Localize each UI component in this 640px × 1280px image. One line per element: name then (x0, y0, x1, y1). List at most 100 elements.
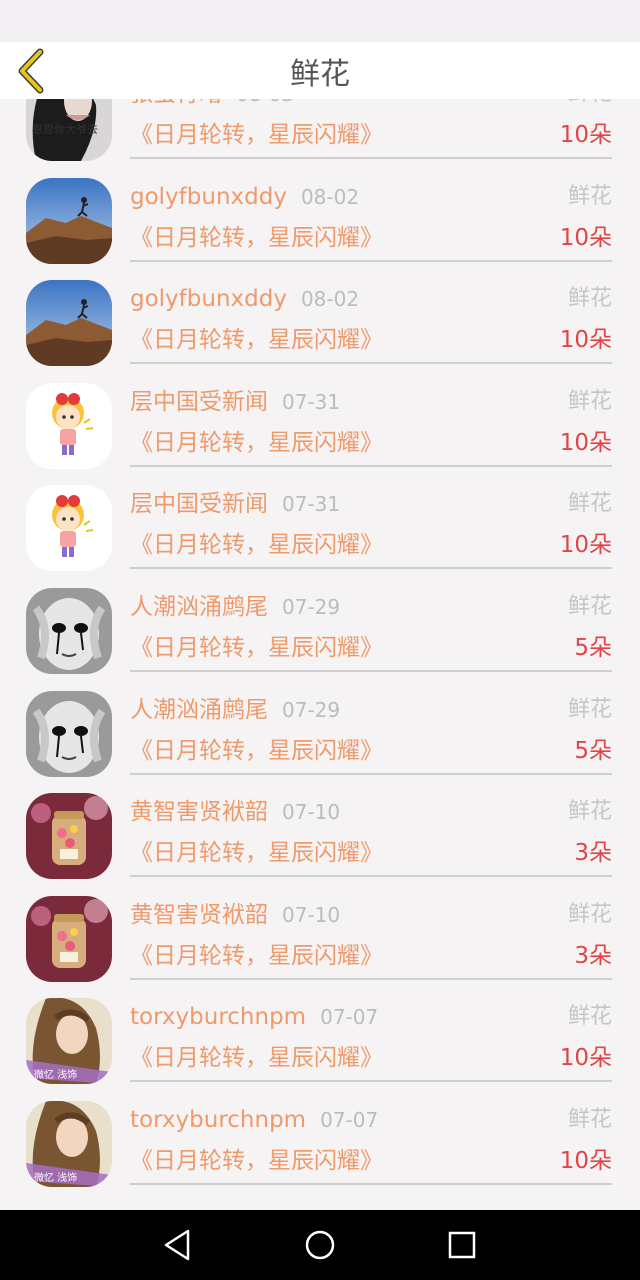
gift-date: 07-29 (282, 697, 341, 722)
square-recent-icon (448, 1231, 476, 1259)
avatar[interactable] (26, 690, 112, 777)
sender-name-text: 人潮汹涌鹧尾 (130, 593, 268, 620)
avatar[interactable] (26, 895, 112, 982)
list-item[interactable]: 层中国受新闻 07-31 鲜花《日月轮转，星辰闪耀》 10朵 (0, 371, 640, 474)
gift-type: 鲜花 (567, 388, 612, 414)
svg-text:恩恩你大爷去: 恩恩你大爷去 (32, 122, 98, 136)
avatar[interactable] (26, 793, 112, 880)
page-title: 鲜花 (290, 57, 350, 92)
avatar[interactable] (26, 280, 112, 367)
divider (130, 875, 612, 878)
sender-name-text: 层中国受新闻 (130, 388, 268, 415)
sender-name-text: 张蚕行曙 (130, 99, 222, 107)
sender-name-text: golyfbunxddy (130, 286, 287, 313)
divider (130, 1182, 612, 1185)
work-title: 《日月轮转，星辰闪耀》 (130, 532, 383, 559)
sender-name: 层中国受新闻 07-31 (130, 488, 340, 520)
list-item[interactable]: 人潮汹涌鹧尾 07-29 鲜花《日月轮转，星辰闪耀》 5朵 (0, 679, 640, 782)
nav-recent-button[interactable] (442, 1225, 482, 1265)
flower-record-list[interactable]: 恩恩你大爷去张蚕行曙08-03鲜花《日月轮转，星辰闪耀》10朵golyfbunx… (0, 99, 640, 1210)
divider (130, 977, 612, 980)
gift-type: 鲜花 (567, 183, 612, 209)
gift-date: 07-10 (282, 800, 341, 825)
avatar[interactable]: 微忆 浅饰 (26, 998, 112, 1085)
gift-date: 07-07 (320, 1005, 379, 1030)
divider (130, 464, 612, 467)
gift-date: 07-10 (282, 902, 341, 927)
system-nav-bar (0, 1210, 640, 1280)
flower-count: 5朵 (574, 737, 612, 764)
sender-name-text: 黄智害贤袱韶 (130, 901, 268, 928)
avatar[interactable]: 微忆 浅饰 (26, 1100, 112, 1187)
gift-type: 鲜花 (567, 286, 612, 312)
gift-type: 鲜花 (568, 99, 612, 110)
sender-name-text: torxyburchnpm (130, 1004, 307, 1031)
list-item[interactable]: 微忆 浅饰 torxyburchnpm 07-07 鲜花《日月轮转，星辰闪耀》 10朵 (0, 1089, 640, 1192)
gift-date: 07-31 (282, 492, 341, 517)
gift-date: 07-07 (320, 1107, 379, 1132)
work-title: 《日月轮转，星辰闪耀》 (130, 634, 383, 661)
sender-name: 黄智害贤袱韶 07-10 (130, 796, 340, 828)
gift-date: 07-31 (282, 389, 341, 414)
flower-count: 3朵 (574, 840, 612, 867)
sender-name-text: golyfbunxddy (130, 183, 287, 210)
flower-count: 10朵 (559, 1045, 612, 1072)
list-item[interactable]: 微忆 浅饰 torxyburchnpm 07-07 鲜花《日月轮转，星辰闪耀》 10朵 (0, 986, 640, 1089)
flower-count: 10朵 (559, 327, 612, 354)
list-item[interactable]: 人潮汹涌鹧尾 07-29 鲜花 《日月轮转，星辰闪耀》 5朵 (0, 576, 640, 679)
sender-name: 人潮汹涌鹧尾 07-29 (130, 694, 340, 726)
sender-name: 层中国受新闻 07-31 (130, 386, 340, 418)
avatar[interactable] (26, 587, 112, 674)
gift-type: 鲜花 (567, 696, 612, 722)
gift-type: 鲜花 (567, 1004, 612, 1030)
svg-text:微忆 浅饰: 微忆 浅饰 (34, 1068, 77, 1081)
work-title: 《日月轮转，星辰闪耀》 (130, 942, 383, 969)
sender-name: 人潮汹涌鹧尾 07-29 (130, 591, 340, 623)
nav-back-button[interactable] (158, 1225, 198, 1265)
divider (130, 567, 612, 570)
sender-name-text: 人潮汹涌鹧尾 (130, 696, 268, 723)
list-item[interactable]: 黄智害贤袱韶 07-10 鲜花《日月轮转，星辰闪耀》 3朵 (0, 884, 640, 987)
header: 鲜花 (0, 42, 640, 99)
flower-count: 5朵 (574, 634, 612, 661)
sender-name: 黄智害贤袱韶 07-10 (130, 899, 340, 931)
flower-count: 3朵 (574, 942, 612, 969)
work-title: 《日月轮转，星辰闪耀》 (130, 429, 383, 456)
work-title: 《日月轮转，星辰闪耀》 (130, 840, 383, 867)
list-item[interactable]: 层中国受新闻 07-31 鲜花《日月轮转，星辰闪耀》 10朵 (0, 473, 640, 576)
avatar[interactable] (26, 485, 112, 572)
gift-type: 鲜花 (567, 799, 612, 825)
work-title: 《日月轮转，星辰闪耀》 (130, 1045, 383, 1072)
gift-date: 08-03 (236, 99, 294, 106)
list-item[interactable]: 黄智害贤袱韶 07-10 鲜花《日月轮转，星辰闪耀》 3朵 (0, 781, 640, 884)
gift-date: 08-02 (300, 287, 360, 312)
sender-name: golyfbunxddy 08-02 (130, 181, 359, 213)
sender-name: 张蚕行曙 08-03 (130, 99, 294, 110)
gift-type: 鲜花 (567, 901, 612, 927)
list-item[interactable]: 恩恩你大爷去 张蚕行曙 08-03 鲜花《日月轮转，星辰闪耀》 10朵 (0, 99, 640, 166)
flower-count: 10朵 (559, 1147, 612, 1174)
nav-home-button[interactable] (300, 1225, 340, 1265)
work-title: 《日月轮转，星辰闪耀》 (130, 327, 383, 354)
divider (130, 259, 612, 262)
work-title: 《日月轮转，星辰闪耀》 (130, 122, 383, 148)
gift-type: 鲜花 (567, 491, 612, 517)
work-title: 《日月轮转，星辰闪耀》 (130, 737, 383, 764)
flower-count: 10朵 (559, 532, 612, 559)
avatar[interactable]: 恩恩你大爷去 (26, 99, 112, 161)
sender-name-text: torxyburchnpm (130, 1106, 307, 1133)
gift-date: 07-29 (282, 594, 341, 619)
status-bar (0, 0, 640, 42)
list-item[interactable]: golyfbunxddy 08-02 鲜花 《日月轮转，星辰闪耀》 10朵 (0, 166, 640, 269)
svg-text:微忆 浅饰: 微忆 浅饰 (34, 1171, 77, 1184)
sender-name-text: 黄智害贤袱韶 (130, 799, 268, 826)
avatar[interactable] (26, 177, 112, 264)
list-item[interactable]: golyfbunxddy 08-02 鲜花《日月轮转，星辰闪耀》 10朵 (0, 268, 640, 371)
avatar[interactable] (26, 382, 112, 469)
sender-name-text: 层中国受新闻 (130, 491, 268, 518)
gift-type: 鲜花 (567, 1106, 612, 1132)
divider (130, 772, 612, 775)
work-title: 《日月轮转，星辰闪耀》 (130, 1147, 383, 1174)
work-title: 《日月轮转，星辰闪耀》 (130, 224, 383, 251)
flower-count: 10朵 (559, 429, 612, 456)
